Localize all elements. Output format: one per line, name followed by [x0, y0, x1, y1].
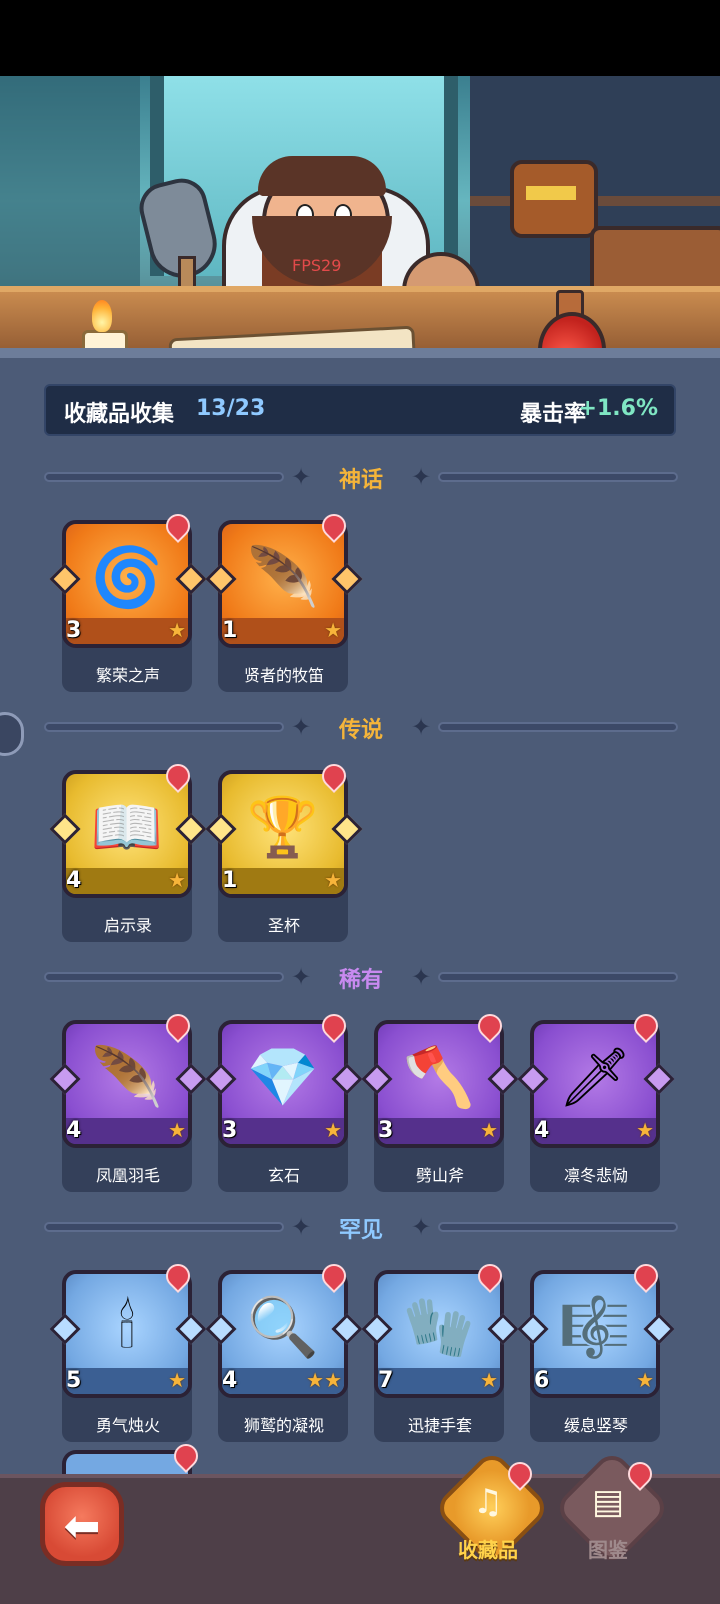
side-drawer-tab[interactable]: [0, 712, 24, 756]
item-name: 凤凰羽毛: [95, 1166, 160, 1185]
star-icon: ★: [168, 868, 186, 892]
item-name: 缓息竖琴: [563, 1416, 628, 1435]
item-name: 狮鹫的凝视: [243, 1416, 324, 1435]
divider-rail: [438, 1222, 678, 1232]
item-level: 3: [378, 1118, 394, 1143]
phoenix-feather-icon: 🪶: [90, 1043, 164, 1111]
star-icon: ★: [324, 1118, 342, 1142]
section-header: ✦ 神话 ✦: [44, 460, 678, 494]
collectible-card[interactable]: 🔍 4 ★★ 狮鹫的凝视: [205, 1259, 363, 1442]
collectible-card[interactable]: 🏆 1 ★ 圣杯: [205, 759, 363, 942]
collection-summary-bar: 收藏品收集 13/23 暴击率 +1.6%: [44, 384, 676, 436]
crystal-stone-icon: 💎: [246, 1043, 320, 1111]
tab-collection[interactable]: ♫ 收藏品: [432, 1448, 552, 1568]
collection-title: 收藏品收集: [64, 402, 175, 427]
star-icon: ★: [168, 1118, 186, 1142]
item-level: 4: [534, 1118, 550, 1143]
collectible-card[interactable]: 🎼 6 ★ 缓息竖琴: [517, 1259, 675, 1442]
axe-icon: 🪓: [402, 1043, 476, 1111]
crit-rate-label: 暴击率: [519, 402, 586, 427]
item-level: 4: [222, 1368, 238, 1393]
candle-icon: 🕯: [118, 1293, 136, 1361]
collectible-card[interactable]: 📖 4 ★ 启示录: [49, 759, 207, 942]
collectible-card[interactable]: 🗡 4 ★ 凛冬悲恸: [517, 1009, 675, 1192]
collectible-card[interactable]: 🧤 7 ★ 迅捷手套: [361, 1259, 519, 1442]
divider-rail: [438, 472, 678, 482]
item-level: 4: [66, 868, 82, 893]
collection-count: 13/23: [196, 396, 266, 421]
item-name: 繁荣之声: [95, 666, 160, 685]
banner-edge: [0, 348, 720, 358]
status-bar: [0, 0, 720, 76]
collectible-card[interactable]: 🕯 5 ★ 勇气烛火: [49, 1259, 207, 1442]
item-name: 劈山斧: [415, 1166, 464, 1185]
star-icon: ★: [168, 618, 186, 642]
star-icon: ★: [324, 618, 342, 642]
item-level: 1: [222, 618, 238, 643]
shopkeeper-banner: FPS29: [0, 76, 720, 354]
item-level: 5: [66, 1368, 82, 1393]
star-icon: ★: [480, 1118, 498, 1142]
item-name: 贤者的牧笛: [243, 666, 324, 685]
sparkle-icon: ✦: [410, 463, 432, 491]
item-level: 3: [66, 618, 82, 643]
crit-rate-value: +1.6%: [578, 396, 658, 421]
back-arrow-icon: ⬅: [63, 1501, 101, 1552]
item-level: 7: [378, 1368, 394, 1393]
item-name: 玄石: [267, 1166, 300, 1185]
monocle-icon: 🔍: [246, 1293, 320, 1361]
flame-icon: [92, 300, 112, 332]
item-name: 凛冬悲恸: [563, 1166, 628, 1185]
item-level: 4: [66, 1118, 82, 1143]
item-level: 6: [534, 1368, 550, 1393]
collectible-card[interactable]: 🪶 1 ★ 贤者的牧笛: [205, 509, 363, 692]
item-name: 启示录: [103, 916, 152, 935]
harp-icon: 🎼: [558, 1293, 632, 1361]
fps-counter: FPS29: [292, 256, 342, 275]
tab-codex-label: 图鉴: [588, 1538, 628, 1562]
divider-rail: [438, 722, 678, 732]
star-icon: ★: [480, 1368, 498, 1392]
flute-icon: 🪶: [246, 543, 320, 611]
item-level: 1: [222, 868, 238, 893]
section-header: ✦ 罕见 ✦: [44, 1210, 678, 1244]
feather-orb-icon: 🌀: [90, 543, 164, 611]
collectible-card[interactable]: 🌀 3 ★ 繁荣之声: [49, 509, 207, 692]
item-name: 圣杯: [267, 916, 300, 935]
collectible-card[interactable]: 🪶 4 ★ 凤凰羽毛: [49, 1009, 207, 1192]
item-name: 勇气烛火: [95, 1416, 160, 1435]
chalice-icon: 🏆: [246, 793, 320, 861]
tab-collection-label: 收藏品: [458, 1538, 518, 1562]
book-icon: 📖: [90, 793, 164, 861]
star-icon: ★: [324, 868, 342, 892]
sparkle-icon: ✦: [410, 1213, 432, 1241]
sparkle-icon: ✦: [410, 713, 432, 741]
section-header: ✦ 稀有 ✦: [44, 960, 678, 994]
star-icon: ★: [636, 1368, 654, 1392]
dwarf-hair: [258, 156, 386, 196]
back-button[interactable]: ⬅: [40, 1482, 124, 1566]
star-icon: ★: [168, 1368, 186, 1392]
section-header: ✦ 传说 ✦: [44, 710, 678, 744]
totem-mask-icon: [510, 160, 598, 238]
collectible-card[interactable]: 🪓 3 ★ 劈山斧: [361, 1009, 519, 1192]
sparkle-icon: ✦: [410, 963, 432, 991]
tab-codex[interactable]: ▤ 图鉴: [552, 1448, 672, 1568]
item-level: 3: [222, 1118, 238, 1143]
star-icon: ★★: [306, 1368, 342, 1392]
star-icon: ★: [636, 1118, 654, 1142]
collectible-card[interactable]: 💎 3 ★ 玄石: [205, 1009, 363, 1192]
divider-rail: [438, 972, 678, 982]
item-name: 迅捷手套: [407, 1416, 472, 1435]
glove-icon: 🧤: [402, 1293, 476, 1361]
ice-sword-icon: 🗡: [558, 1043, 632, 1111]
